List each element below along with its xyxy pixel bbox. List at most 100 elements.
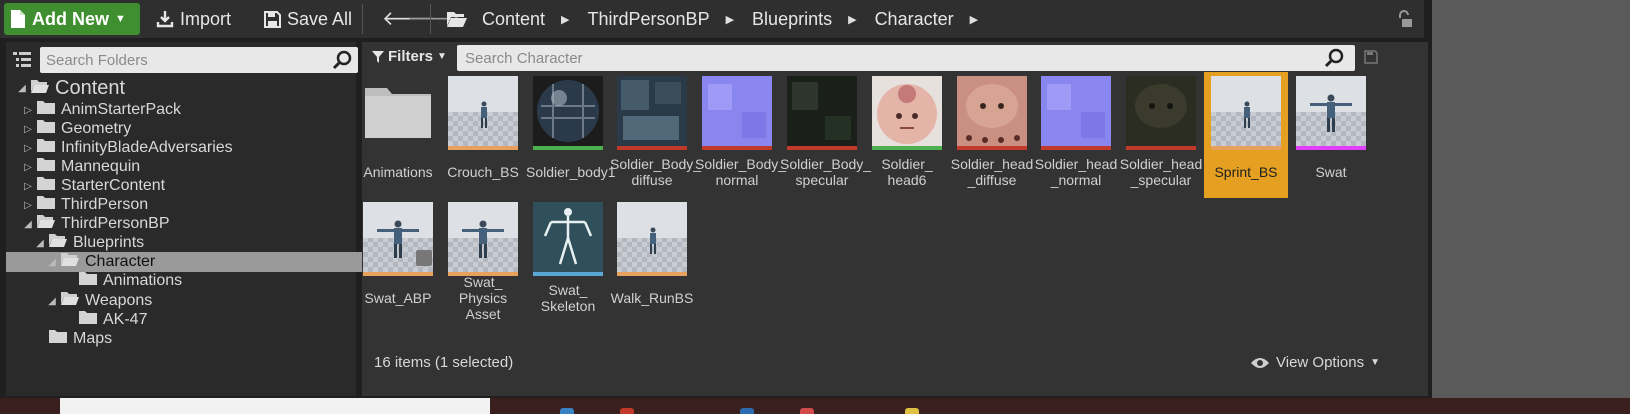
save-all-label: Save All: [287, 8, 353, 29]
folder-icon: [60, 291, 80, 311]
import-label: Import: [180, 8, 232, 29]
filters-button[interactable]: Filters ▼: [372, 48, 447, 65]
folder-label: Character: [85, 253, 156, 270]
asset-name: Soldier_head _normal: [1034, 156, 1118, 188]
save-all-button[interactable]: Save All: [258, 3, 358, 35]
folder-label: Mannequin: [61, 158, 141, 175]
breadcrumb-blueprints[interactable]: Blueprints: [752, 9, 832, 30]
breadcrumb-content[interactable]: Content: [482, 9, 545, 30]
asset-thumbnail: [1126, 76, 1196, 150]
expand-arrow-icon[interactable]: ▷: [22, 181, 34, 192]
folder-tree-item[interactable]: ◢ Content: [6, 77, 125, 100]
save-search-icon[interactable]: [1364, 50, 1378, 64]
chevron-down-icon: ▼: [1370, 357, 1381, 368]
taskbar-app-icon[interactable]: [905, 408, 919, 414]
asset-tile[interactable]: Crouch_BS: [441, 72, 525, 198]
folder-tree-item[interactable]: Maps: [6, 329, 112, 349]
folder-tree-item[interactable]: ▷ StarterContent: [6, 176, 165, 196]
asset-tile[interactable]: Soldier_Body_ normal: [695, 72, 786, 198]
asset-name: Soldier_body1: [526, 164, 616, 180]
open-folder-icon: [447, 12, 467, 27]
folder-tree-item[interactable]: ▷ Geometry: [6, 119, 131, 139]
asset-name: Crouch_BS: [447, 164, 519, 180]
taskbar-app-icon[interactable]: [560, 408, 574, 414]
folder-label: ThirdPersonBP: [61, 215, 170, 232]
folder-icon: [78, 310, 98, 330]
lock-icon[interactable]: [1396, 10, 1414, 28]
asset-tile[interactable]: Soldier_Body_ specular: [780, 72, 871, 198]
add-new-button[interactable]: Add New ▼: [4, 3, 140, 35]
expand-arrow-icon[interactable]: ▷: [22, 124, 34, 135]
asset-name: Swat_ Skeleton: [540, 282, 596, 314]
asset-name: Soldier_ head6: [881, 156, 933, 188]
folder-tree-item[interactable]: ◢ Weapons: [6, 291, 152, 311]
asset-tile[interactable]: Soldier_ head6: [865, 72, 949, 198]
folder-icon: [36, 157, 56, 177]
folder-icon: [36, 195, 56, 215]
view-options-button[interactable]: View Options ▼: [1250, 354, 1380, 371]
taskbar-search-box[interactable]: [60, 398, 490, 414]
taskbar-app-icon[interactable]: [800, 408, 814, 414]
folder-tree-item[interactable]: ◢ Character: [6, 252, 392, 272]
collapse-arrow-icon[interactable]: ◢: [22, 219, 34, 230]
asset-thumbnail: [702, 76, 772, 150]
folder-tree-item[interactable]: ▷ InfinityBladeAdversaries: [6, 138, 233, 158]
search-icon[interactable]: [1324, 48, 1344, 68]
tree-toggle-icon[interactable]: [12, 50, 32, 68]
asset-tile[interactable]: Swat_ Skeleton: [526, 198, 610, 324]
breadcrumb-arrow-icon[interactable]: ▶: [726, 13, 734, 26]
asset-tile[interactable]: Sprint_BS: [1204, 72, 1288, 198]
search-icon[interactable]: [332, 50, 352, 70]
chevron-down-icon: ▼: [437, 51, 447, 62]
expand-arrow-icon[interactable]: ▷: [22, 162, 34, 173]
folder-tree-item[interactable]: ▷ AnimStarterPack: [6, 100, 181, 120]
breadcrumb-arrow-icon[interactable]: ▶: [561, 13, 569, 26]
asset-tile[interactable]: Swat_ Physics Asset: [441, 198, 525, 324]
asset-tile[interactable]: Soldier_head _specular: [1119, 72, 1203, 198]
asset-search-input[interactable]: Search Character: [457, 45, 1355, 71]
folder-tree-item[interactable]: AK-47: [6, 310, 147, 330]
asset-tile[interactable]: Soldier_head _normal: [1034, 72, 1118, 198]
folder-tree-item[interactable]: Animations: [6, 271, 182, 291]
collapse-arrow-icon[interactable]: ◢: [16, 83, 28, 94]
expand-arrow-icon[interactable]: ▷: [22, 143, 34, 154]
folder-icon: [78, 271, 98, 291]
asset-tile[interactable]: Walk_RunBS: [610, 198, 694, 324]
chevron-down-icon: ▼: [115, 13, 126, 25]
breadcrumb-arrow-icon[interactable]: ▶: [970, 13, 978, 26]
folder-tree-item[interactable]: ▷ ThirdPerson: [6, 195, 148, 215]
folder-tree-item[interactable]: ▷ Mannequin: [6, 157, 140, 177]
folder-icon: [363, 76, 433, 146]
taskbar-app-icon[interactable]: [620, 408, 634, 414]
asset-folder-tile[interactable]: Animations: [356, 72, 440, 198]
asset-tile[interactable]: Swat_ABP: [356, 198, 440, 324]
folder-tree-item[interactable]: ◢ ThirdPersonBP: [6, 214, 170, 234]
asset-tile[interactable]: Soldier_Body_ diffuse: [610, 72, 702, 198]
asset-tile[interactable]: Swat: [1289, 72, 1373, 198]
expand-arrow-icon[interactable]: ▷: [22, 200, 34, 211]
import-button[interactable]: Import: [150, 3, 237, 35]
expand-arrow-icon[interactable]: ▷: [22, 105, 34, 116]
folder-icon: [36, 119, 56, 139]
folder-icon: [60, 252, 80, 272]
asset-tile[interactable]: Soldier_head _diffuse: [950, 72, 1034, 198]
asset-panel: Filters ▼ Search Character Animations Cr…: [362, 42, 1428, 396]
collapse-arrow-icon[interactable]: ◢: [46, 257, 58, 268]
folder-search-input[interactable]: Search Folders: [40, 47, 358, 73]
folder-icon: [30, 77, 50, 100]
asset-thumbnail: [617, 202, 687, 276]
folder-label: Weapons: [85, 292, 153, 309]
collapse-arrow-icon[interactable]: ◢: [34, 238, 46, 249]
folder-panel: Search Folders ◢ Content ▷ AnimStarterPack ▷…: [6, 42, 392, 396]
folder-tree-item[interactable]: ◢ Blueprints: [6, 233, 144, 253]
asset-tile[interactable]: Soldier_body1: [526, 72, 616, 198]
breadcrumb-character[interactable]: Character: [875, 9, 954, 30]
breadcrumb-thirdpersonbp[interactable]: ThirdPersonBP: [588, 9, 710, 30]
collapse-arrow-icon[interactable]: ◢: [46, 296, 58, 307]
breadcrumb-arrow-icon[interactable]: ▶: [848, 13, 856, 26]
asset-name: Soldier_Body_ diffuse: [610, 156, 702, 188]
asset-thumbnail: [533, 76, 603, 150]
eye-icon: [1251, 357, 1269, 368]
taskbar-app-icon[interactable]: [740, 408, 754, 414]
toolbar-divider: [430, 4, 431, 34]
